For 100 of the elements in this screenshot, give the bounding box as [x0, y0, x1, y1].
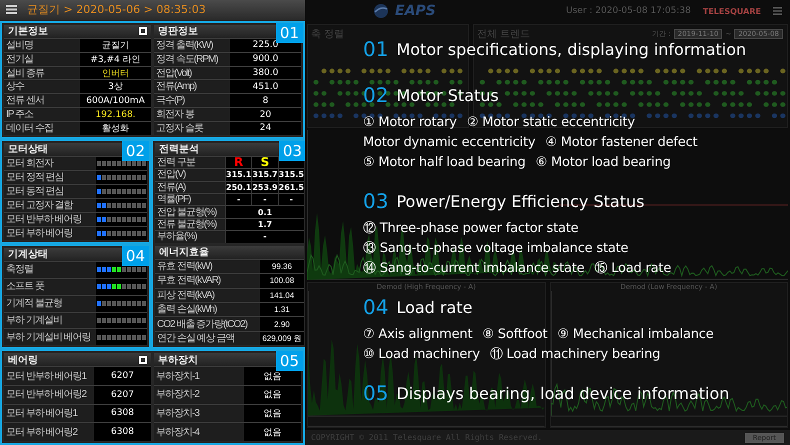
row-label: 고정자 슬롯	[154, 122, 230, 135]
table-cell: -	[278, 194, 304, 206]
table-cell: 261.5	[278, 182, 304, 193]
panel-title: 기본정보	[8, 25, 48, 38]
row-value: 없음	[244, 367, 301, 385]
row-label: 모터 정적 편심	[4, 170, 96, 184]
note-number: 02	[363, 83, 388, 107]
row-value: 451.0	[230, 80, 301, 94]
phase-label: S	[260, 155, 270, 170]
row-label: 역률(PF)	[155, 194, 225, 206]
breadcrumb: 균질기 > 2020-05-06 > 08:35:03	[27, 2, 206, 18]
row-label: 모터 동적 편심	[4, 184, 96, 198]
row-value: 인버터	[80, 66, 151, 80]
table-cell: -	[225, 231, 304, 243]
note-item: ⑤ Motor half load bearing	[363, 154, 526, 170]
row-label: 부하장치-1	[154, 367, 244, 385]
row-label: CO2 배출 증가량(tCO2)	[155, 317, 260, 331]
row-value: 629,009 원	[260, 332, 304, 346]
row-value: 없음	[244, 386, 301, 404]
globe-logo-icon	[373, 3, 389, 19]
square-icon[interactable]	[139, 356, 147, 364]
row-value: 없음	[244, 423, 301, 442]
row-label: 축정렬	[4, 262, 96, 278]
row-label: 부하장치-2	[154, 386, 244, 404]
row-label: 모터 고정자 결함	[4, 198, 96, 212]
level-meter	[96, 318, 146, 323]
row-value: 6308	[94, 423, 151, 442]
row-label: 전류 센서	[4, 94, 80, 108]
table-cell: 315.1	[225, 169, 252, 181]
row-value: 6207	[94, 386, 151, 404]
row-label: 출력 손실(kWh)	[155, 302, 260, 316]
section-number-badge: 04	[122, 246, 149, 266]
note-number: 05	[363, 381, 388, 405]
row-value: 380.0	[230, 66, 301, 80]
row-value: #3,#4 라인	[80, 52, 151, 66]
table-cell: -	[225, 194, 252, 206]
table-cell: 253.9	[251, 182, 278, 193]
logo-text: EAPS	[395, 3, 436, 19]
row-value: 6207	[94, 367, 151, 385]
note-item: ④ Motor fastener defect	[545, 134, 698, 150]
row-label: 전압(V)	[155, 169, 225, 181]
row-label: 부하율(%)	[155, 231, 225, 243]
row-value: 균질기	[80, 38, 151, 52]
row-label: 모터 부하 베어링	[4, 226, 96, 240]
row-label: 기계적 불균형	[4, 296, 96, 312]
row-label: 모터 부하 베어링1	[4, 404, 94, 422]
note-title: Displays bearing, load device information	[396, 384, 730, 402]
row-label: 모터 반부하 베어링2	[4, 386, 94, 404]
panel-title: 에너지효율	[159, 246, 209, 260]
row-value: 99.36	[260, 260, 304, 274]
row-label: 전류(Amp)	[154, 80, 230, 94]
row-value: 3상	[80, 80, 151, 94]
row-label: IP 주소	[4, 108, 80, 121]
square-icon[interactable]	[139, 27, 147, 36]
row-label: 연간 손실 예상 금액	[155, 332, 260, 346]
row-value: 600A/100mA	[80, 94, 151, 108]
row-label: 전기실	[4, 52, 80, 66]
row-label: 부하장치-4	[154, 423, 244, 442]
row-label: 정격 속도(RPM)	[154, 52, 230, 66]
row-label: 무효 전력(kVAR)	[155, 274, 260, 288]
row-label: 전류 불균형(%)	[155, 218, 225, 230]
menu-icon[interactable]	[6, 5, 17, 14]
section-number-badge: 03	[278, 140, 306, 161]
section-number-badge: 02	[122, 140, 149, 161]
panel-title: 부하장치	[158, 354, 198, 367]
user-timestamp: User : 2020-05-08 17:05:38	[566, 6, 691, 16]
row-value: 8	[230, 94, 301, 108]
note-item: ⑦ Axis alignment	[363, 326, 472, 342]
row-label: 유효 전력(kW)	[155, 260, 260, 274]
note-item: ⑬ Sang-to-phase voltage imbalance state	[363, 240, 628, 257]
table-cell: 315.5	[278, 169, 304, 181]
row-value: 192.168.	[80, 108, 151, 121]
note-item: ⑫ Three-phase power factor state	[363, 220, 578, 237]
row-value: 100.08	[260, 274, 304, 288]
row-label: 전압(Volt)	[154, 66, 230, 80]
row-value: 6308	[94, 404, 151, 422]
row-label: 상수	[4, 80, 80, 94]
row-label: 전류(A)	[155, 182, 225, 193]
row-value: 활성화	[80, 122, 151, 135]
note-number: 01	[363, 37, 388, 61]
row-label: 부하장치-3	[154, 404, 244, 422]
note-item: ⑭ Sang-to-current imbalance state	[363, 260, 584, 277]
row-label: 설비명	[4, 38, 80, 52]
note-item: ⑨ Mechanical imbalance	[557, 326, 714, 342]
row-label: 설비 종류	[4, 66, 80, 80]
row-label: 전압 불균형(%)	[155, 206, 225, 218]
note-item: ⑧ Softfoot	[482, 326, 548, 342]
row-value: 없음	[244, 404, 301, 422]
note-title: Power/Energy Efficiency Status	[396, 192, 644, 210]
panel-title: 기계상태	[8, 248, 48, 262]
table-cell: 1.7	[225, 218, 304, 230]
row-label: 모터 부하 베어링2	[4, 423, 94, 442]
row-label: 데이터 수집	[4, 122, 80, 135]
row-value: 900.0	[230, 52, 301, 66]
panel-title: 베어링	[8, 354, 38, 367]
brand-logo: TELESQUARE	[702, 6, 761, 16]
row-label: 부하 기계설비 베어링	[4, 329, 96, 346]
section-number-badge: 01	[276, 22, 303, 43]
note-number: 03	[363, 189, 388, 213]
phase-label: R	[234, 155, 244, 170]
